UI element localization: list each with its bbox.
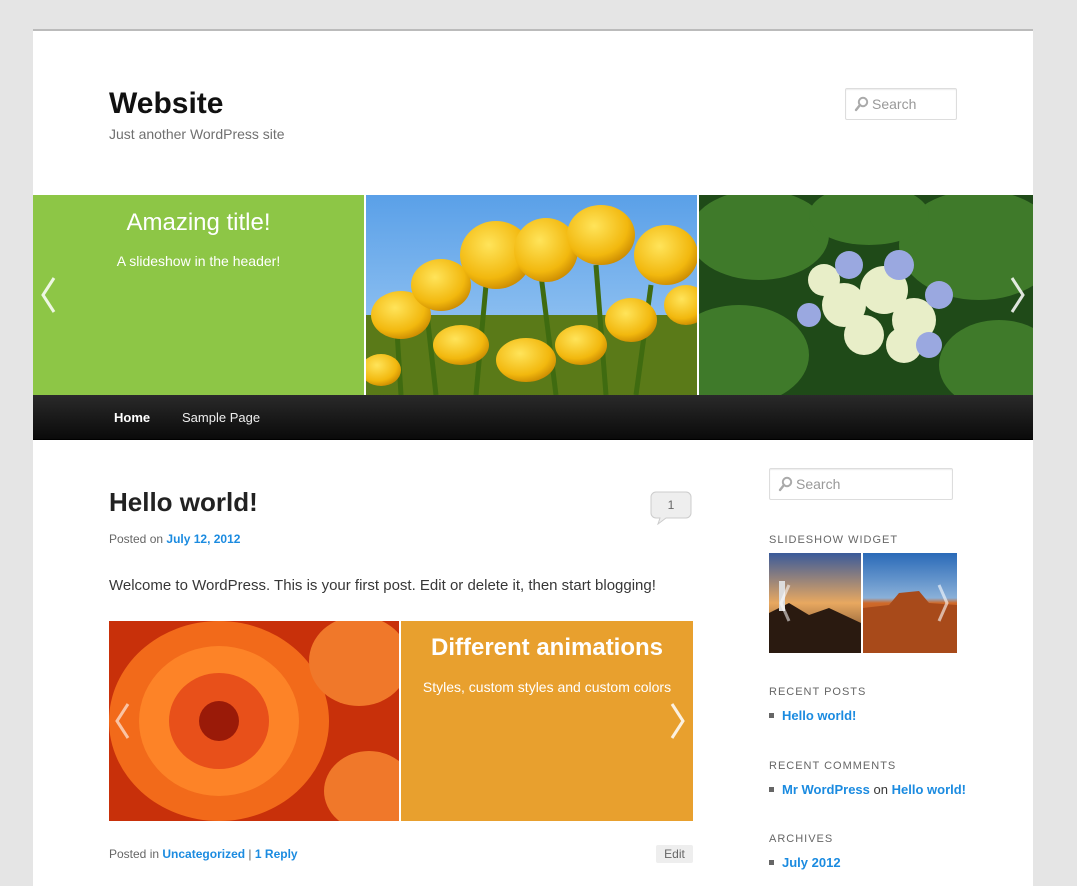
archives-title: ARCHIVES [769, 833, 834, 845]
post-footer-meta: Posted in Uncategorized | 1 Reply [109, 847, 298, 861]
widget-slideshow [769, 553, 957, 653]
post-meta: Posted on July 12, 2012 [109, 532, 240, 546]
recent-post-link[interactable]: Hello world! [782, 708, 856, 723]
comment-count: 1 [667, 498, 675, 512]
list-bullet [769, 713, 774, 719]
recent-comments-list: Mr WordPress on Hello world! [769, 782, 966, 797]
post-title[interactable]: Hello world! [109, 487, 258, 518]
main-navigation: Home Sample Page [33, 395, 1033, 440]
widget-slideshow-images [769, 553, 957, 653]
post-slideshow: Different animations Styles, custom styl… [109, 621, 693, 821]
comment-count-bubble[interactable]: 1 [650, 491, 692, 526]
recent-posts-title: RECENT POSTS [769, 686, 867, 698]
header-next-button[interactable] [1009, 275, 1027, 315]
posted-on-label: Posted on [109, 532, 164, 546]
comment-post-link[interactable]: Hello world! [892, 782, 966, 797]
list-bullet [769, 787, 774, 793]
recent-comments-title: RECENT COMMENTS [769, 760, 897, 772]
post-slide-title: Different animations [430, 634, 664, 661]
slideshow-widget-title: SLIDESHOW WIDGET [769, 534, 899, 546]
site-title[interactable]: Website [109, 87, 223, 121]
post-date-link[interactable]: July 12, 2012 [166, 532, 240, 546]
red-flower-image [109, 621, 399, 821]
comment-on-text: on [873, 782, 888, 797]
archive-link[interactable]: July 2012 [782, 855, 841, 870]
hydrangea-image [699, 195, 1033, 395]
search-icon [854, 96, 869, 112]
header-search[interactable] [845, 88, 960, 120]
search-icon [778, 476, 793, 492]
meta-separator: | [248, 847, 252, 861]
list-bullet [769, 860, 774, 866]
chevron-right-icon [670, 703, 685, 739]
archives-list: July 2012 [769, 855, 841, 870]
nav-item-home[interactable]: Home [114, 410, 150, 425]
page-container: Website Just another WordPress site Amaz… [33, 29, 1033, 886]
header-slide-text: Amazing title! A slideshow in the header… [33, 195, 364, 395]
sidebar-search-input[interactable] [796, 469, 942, 499]
post-slide-prev-button[interactable] [113, 701, 131, 741]
post-body: Welcome to WordPress. This is your first… [109, 577, 656, 594]
edit-button[interactable]: Edit [656, 845, 693, 863]
nav-item-sample-page[interactable]: Sample Page [182, 410, 260, 425]
post-slide-caption: Styles, custom styles and custom colors [422, 679, 672, 695]
sidebar-search[interactable] [769, 468, 953, 500]
category-link[interactable]: Uncategorized [162, 847, 245, 861]
chevron-right-icon [1010, 277, 1025, 313]
header-prev-button[interactable] [39, 275, 57, 315]
tulips-image [366, 195, 697, 395]
header-search-input[interactable] [872, 89, 960, 119]
header-slideshow: Amazing title! A slideshow in the header… [33, 195, 1033, 395]
header-slide-caption: A slideshow in the header! [116, 253, 281, 269]
site-description: Just another WordPress site [109, 126, 285, 142]
recent-posts-list: Hello world! [769, 708, 856, 723]
header-slide-title: Amazing title! [126, 209, 271, 236]
reply-link[interactable]: 1 Reply [255, 847, 298, 861]
post-slide-next-button[interactable] [669, 701, 687, 741]
posted-in-label: Posted in [109, 847, 160, 861]
chevron-left-icon [41, 277, 56, 313]
post-slide-text: Different animations Styles, custom styl… [401, 621, 693, 821]
comment-author-link[interactable]: Mr WordPress [782, 782, 870, 797]
chevron-left-icon [115, 703, 130, 739]
